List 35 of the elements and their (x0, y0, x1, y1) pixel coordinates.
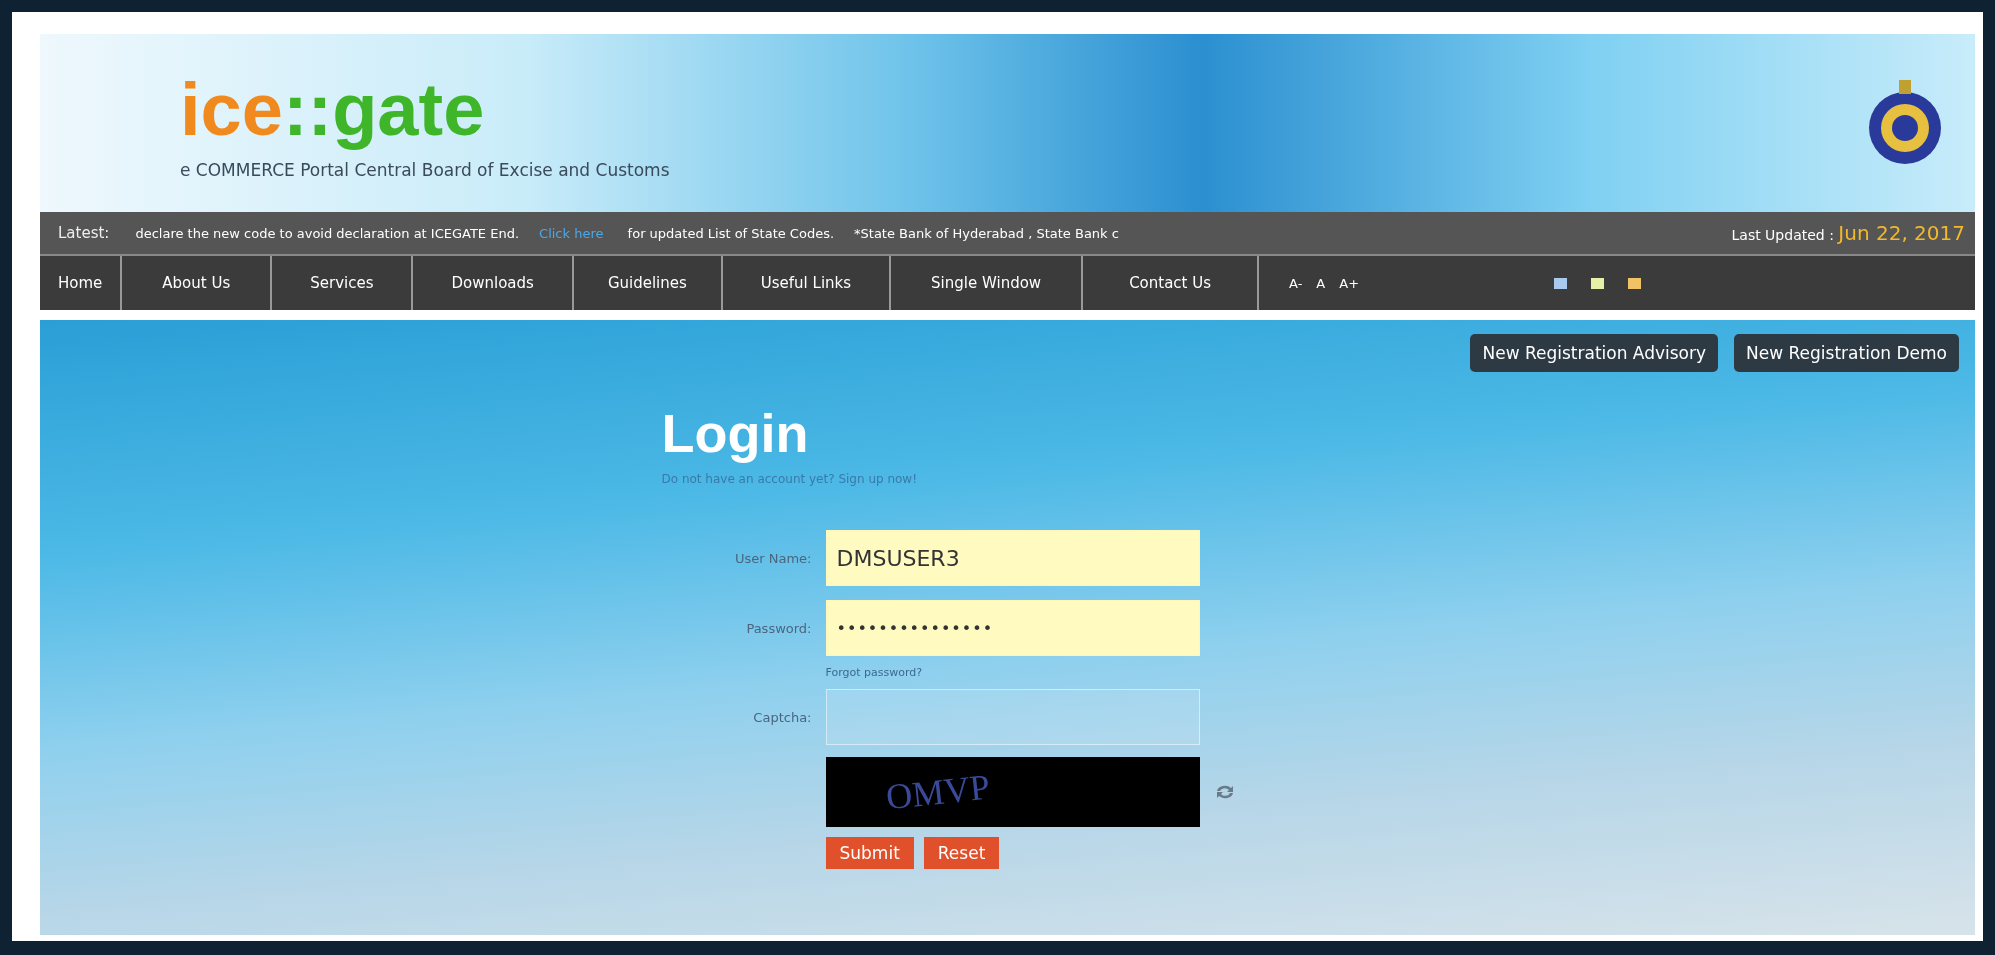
theme-swatch[interactable] (1554, 277, 1568, 289)
ticker-text: for updated List of State Codes. (626, 225, 835, 241)
font-size-link[interactable]: A- (1289, 275, 1303, 291)
registration-button[interactable]: New Registration Demo (1734, 334, 1959, 372)
submit-button[interactable]: Submit (825, 837, 914, 869)
nav-link[interactable]: Useful Links (722, 256, 892, 310)
font-size-link[interactable]: A+ (1339, 275, 1360, 291)
login-title: Login (661, 402, 810, 464)
field-label: User Name: (735, 550, 812, 566)
registration-button[interactable]: New Registration Advisory (1470, 334, 1719, 372)
forgot-password-link[interactable]: Forgot password? (825, 666, 1200, 679)
captcha-field[interactable] (825, 689, 1200, 745)
font-size-link[interactable]: A (1316, 275, 1326, 291)
ticker-label: Latest: (58, 224, 110, 242)
nav-link[interactable]: Downloads (413, 256, 574, 310)
theme-swatch[interactable] (1628, 277, 1642, 289)
reset-button[interactable]: Reset (923, 837, 1000, 869)
nav-link[interactable]: Services (272, 256, 414, 310)
theme-swatch[interactable] (1591, 277, 1605, 289)
nav-link[interactable]: Home (40, 256, 123, 310)
nav-link[interactable]: Single Window (891, 256, 1084, 310)
nav-link[interactable]: Guidelines (573, 256, 723, 310)
captcha-text: OMVP (883, 765, 992, 819)
ticker-text: declare the new code to avoid declaration at ICEGATE End. (135, 225, 520, 241)
nav-link[interactable]: About Us (122, 256, 273, 310)
tagline: e COMMERCE Portal Central Board of Excise and Customs (180, 160, 670, 181)
username-field[interactable]: DMSUSER3 (825, 530, 1200, 586)
site-logo: ice::gate (180, 66, 486, 153)
last-updated-label: Last Updated : (1731, 227, 1835, 243)
ticker-text: *State Bank of Hyderabad , State Bank c (854, 225, 1119, 241)
password-field[interactable]: ••••••••••••••• (825, 600, 1200, 656)
nav-link[interactable]: Contact Us (1083, 256, 1260, 310)
last-updated-date: Jun 22, 2017 (1838, 221, 1965, 245)
field-label: Captcha: (753, 709, 812, 725)
field-label: Password: (746, 620, 812, 636)
